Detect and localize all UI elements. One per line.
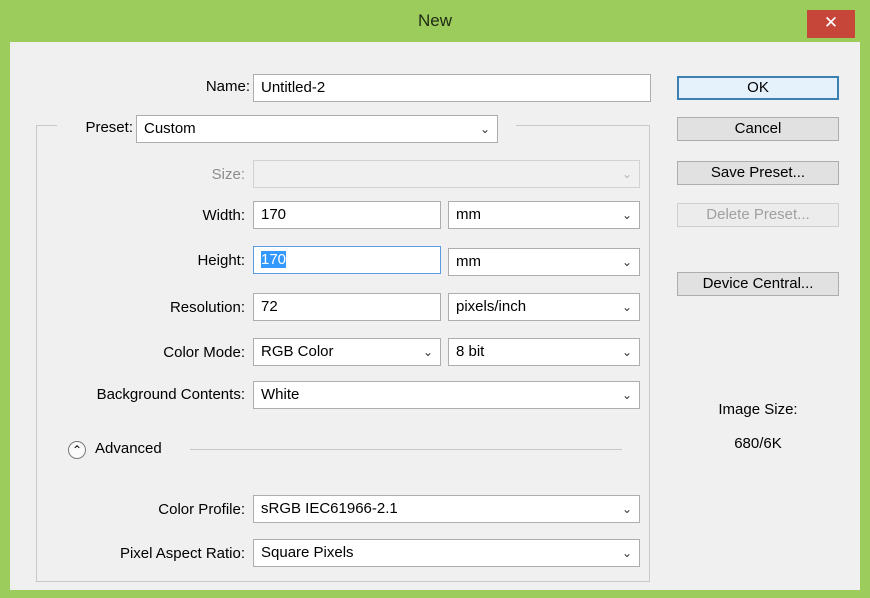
dialog-body: Name: Untitled-2 Preset: Custom ⌄ Size: … [10, 42, 860, 590]
window-title: New [417, 11, 452, 30]
height-input[interactable]: 170 [253, 246, 441, 274]
resolution-unit-value: pixels/inch [456, 298, 527, 315]
width-unit-value: mm [456, 206, 481, 223]
chevron-down-icon: ⌄ [621, 502, 632, 516]
background-contents-value: White [261, 386, 300, 403]
chevron-down-icon: ⌄ [621, 208, 632, 222]
bit-depth-select[interactable]: 8 bit ⌄ [448, 338, 640, 366]
resolution-input[interactable]: 72 [253, 293, 441, 321]
collapse-advanced-button[interactable]: ⌃ [68, 441, 86, 459]
width-input[interactable]: 170 [253, 201, 441, 229]
ok-button[interactable]: OK [677, 76, 839, 100]
bit-depth-value: 8 bit [456, 343, 485, 360]
chevron-down-icon: ⌄ [422, 345, 433, 359]
resolution-label: Resolution: [169, 299, 245, 316]
width-label: Width: [202, 207, 245, 224]
preset-select[interactable]: Custom ⌄ [136, 115, 498, 143]
image-size-label: Image Size: [718, 401, 798, 418]
preset-group-border-right [649, 125, 650, 582]
advanced-divider [190, 449, 622, 450]
height-unit-select[interactable]: mm ⌄ [448, 248, 640, 276]
size-select: ⌄ [253, 160, 640, 188]
chevron-down-icon: ⌄ [479, 122, 490, 136]
color-profile-select[interactable]: sRGB IEC61966-2.1 ⌄ [253, 495, 640, 523]
new-document-dialog: New ✕ Name: Untitled-2 Preset: Custom ⌄ … [0, 0, 870, 598]
preset-group-border-bottom [36, 581, 650, 582]
chevron-down-icon: ⌄ [621, 546, 632, 560]
title-bar[interactable]: New ✕ [0, 0, 870, 40]
name-label: Name: [205, 78, 250, 95]
resolution-unit-select[interactable]: pixels/inch ⌄ [448, 293, 640, 321]
height-value: 170 [261, 251, 287, 268]
color-mode-value: RGB Color [261, 343, 334, 360]
pixel-aspect-ratio-value: Square Pixels [261, 544, 354, 561]
color-profile-label: Color Profile: [158, 501, 245, 518]
preset-value: Custom [144, 120, 196, 137]
color-mode-select[interactable]: RGB Color ⌄ [253, 338, 441, 366]
height-label: Height: [197, 252, 245, 269]
chevron-down-icon: ⌄ [621, 167, 632, 181]
height-unit-value: mm [456, 253, 481, 270]
color-profile-value: sRGB IEC61966-2.1 [261, 500, 398, 517]
advanced-label: Advanced [95, 440, 162, 457]
save-preset-button[interactable]: Save Preset... [677, 161, 839, 185]
chevron-down-icon: ⌄ [621, 255, 632, 269]
delete-preset-button: Delete Preset... [677, 203, 839, 227]
chevron-down-icon: ⌄ [621, 300, 632, 314]
width-unit-select[interactable]: mm ⌄ [448, 201, 640, 229]
pixel-aspect-ratio-label: Pixel Aspect Ratio: [119, 545, 245, 562]
close-icon: ✕ [823, 13, 839, 32]
image-size-value: 680/6K [734, 435, 782, 452]
preset-label: Preset: [85, 119, 133, 136]
background-contents-label: Background Contents: [96, 386, 245, 403]
cancel-button[interactable]: Cancel [677, 117, 839, 141]
chevron-down-icon: ⌄ [621, 345, 632, 359]
size-label: Size: [211, 166, 245, 183]
close-button[interactable]: ✕ [807, 10, 855, 38]
chevrons-up-icon: ⌃ [71, 443, 83, 457]
chevron-down-icon: ⌄ [621, 388, 632, 402]
color-mode-label: Color Mode: [163, 344, 245, 361]
pixel-aspect-ratio-select[interactable]: Square Pixels ⌄ [253, 539, 640, 567]
preset-group-border-top-right [516, 125, 650, 126]
device-central-button[interactable]: Device Central... [677, 272, 839, 296]
background-contents-select[interactable]: White ⌄ [253, 381, 640, 409]
name-input[interactable]: Untitled-2 [253, 74, 651, 102]
